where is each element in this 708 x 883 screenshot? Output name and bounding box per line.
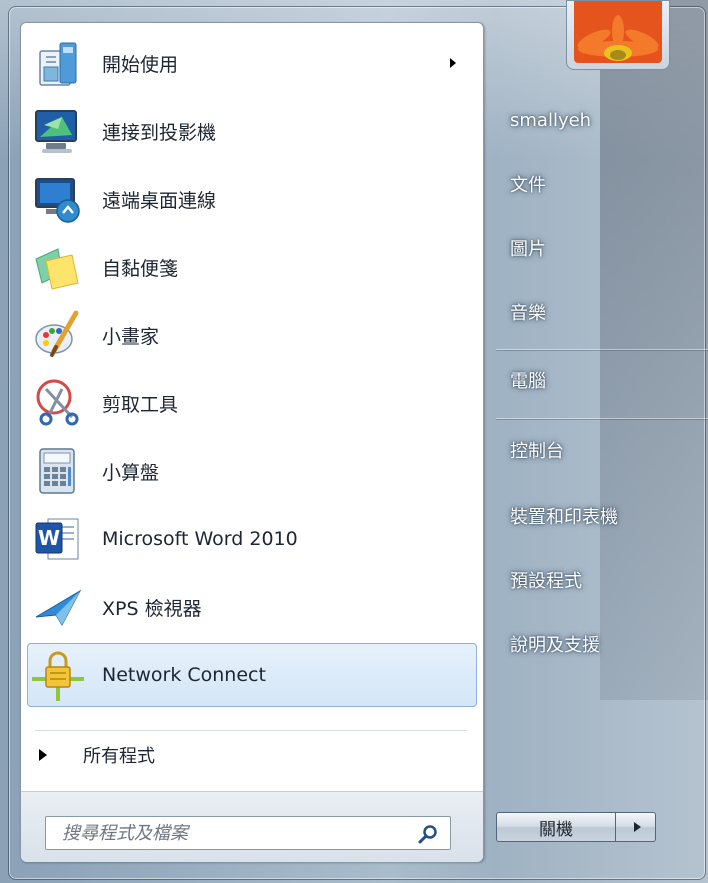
program-item-projector[interactable]: 連接到投影機: [27, 99, 477, 163]
paint-icon: [35, 310, 79, 357]
shutdown-label: 關機: [539, 819, 573, 840]
right-item-control-panel[interactable]: 控制台: [496, 428, 696, 472]
sticky-notes-icon: [35, 248, 79, 290]
program-item-sticky-notes[interactable]: 自黏便箋: [27, 235, 477, 299]
flower-avatar-icon: [574, 1, 662, 63]
triangle-right-icon: [39, 749, 47, 761]
all-programs-label: 所有程式: [83, 746, 155, 767]
all-programs-button[interactable]: 所有程式: [35, 737, 467, 773]
shutdown-button[interactable]: 關機: [496, 812, 616, 842]
search-input[interactable]: [60, 821, 404, 845]
submenu-arrow-icon[interactable]: [450, 58, 456, 68]
program-label: 自黏便箋: [102, 257, 179, 280]
svg-text:W: W: [38, 526, 60, 550]
remote-desktop-icon: [35, 178, 80, 223]
program-label: 小算盤: [102, 461, 160, 484]
calculator-icon: [39, 448, 75, 494]
program-item-snipping-tool[interactable]: 剪取工具: [27, 371, 477, 435]
search-icon[interactable]: [418, 824, 438, 844]
program-list-pane: 開始使用 連接到投影機 遠端桌面連線 自黏便箋 小畫家 剪取工具 小算盤 W M…: [20, 22, 484, 862]
program-item-paint[interactable]: 小畫家: [27, 303, 477, 367]
divider: [496, 349, 708, 350]
right-item-computer[interactable]: 電腦: [496, 358, 696, 402]
xps-viewer-icon: [35, 589, 82, 627]
right-item-user[interactable]: smallyeh: [496, 98, 696, 142]
divider: [496, 418, 708, 419]
program-item-calculator[interactable]: 小算盤: [27, 439, 477, 503]
right-item-pictures[interactable]: 圖片: [496, 226, 696, 270]
program-label: 遠端桌面連線: [102, 189, 217, 212]
program-label: Network Connect: [102, 664, 266, 686]
control-panel-label: 控制台: [510, 441, 564, 462]
program-label: 連接到投影機: [102, 121, 217, 144]
search-box[interactable]: [45, 816, 451, 850]
program-label: XPS 檢視器: [102, 597, 202, 620]
computer-label: 電腦: [510, 371, 546, 392]
right-item-default-programs[interactable]: 預設程式: [496, 558, 696, 602]
program-label: 開始使用: [102, 53, 179, 76]
right-item-music[interactable]: 音樂: [496, 290, 696, 334]
user-avatar[interactable]: [566, 0, 670, 70]
username-label: smallyeh: [510, 109, 592, 131]
right-item-devices-printers[interactable]: 裝置和印表機: [496, 494, 696, 538]
triangle-right-icon: [633, 822, 641, 832]
default-programs-label: 預設程式: [510, 571, 582, 592]
program-item-network-connect[interactable]: Network Connect: [27, 643, 477, 707]
word-icon: W: [35, 518, 79, 560]
devices-printers-label: 裝置和印表機: [510, 507, 618, 528]
right-item-help-support[interactable]: 說明及支援: [496, 622, 696, 666]
divider: [35, 730, 467, 731]
right-item-documents[interactable]: 文件: [496, 162, 696, 206]
help-support-label: 說明及支援: [510, 635, 600, 656]
program-label: 小畫家: [102, 325, 160, 348]
program-label: Microsoft Word 2010: [102, 528, 298, 550]
network-connect-lock-icon: [32, 651, 84, 701]
program-label: 剪取工具: [102, 393, 179, 416]
getting-started-icon: [39, 42, 77, 86]
shutdown-options-button[interactable]: [616, 812, 656, 842]
program-item-xps-viewer[interactable]: XPS 檢視器: [27, 575, 477, 639]
projector-icon: [35, 110, 77, 153]
documents-label: 文件: [510, 175, 546, 196]
program-item-getting-started[interactable]: 開始使用: [27, 31, 477, 95]
search-area: [21, 791, 483, 862]
music-label: 音樂: [510, 303, 546, 324]
shutdown-group: 關機: [496, 812, 656, 842]
pictures-label: 圖片: [510, 239, 546, 260]
program-item-word-2010[interactable]: W Microsoft Word 2010: [27, 507, 477, 571]
snipping-tool-icon: [36, 379, 79, 426]
program-item-remote-desktop[interactable]: 遠端桌面連線: [27, 167, 477, 231]
